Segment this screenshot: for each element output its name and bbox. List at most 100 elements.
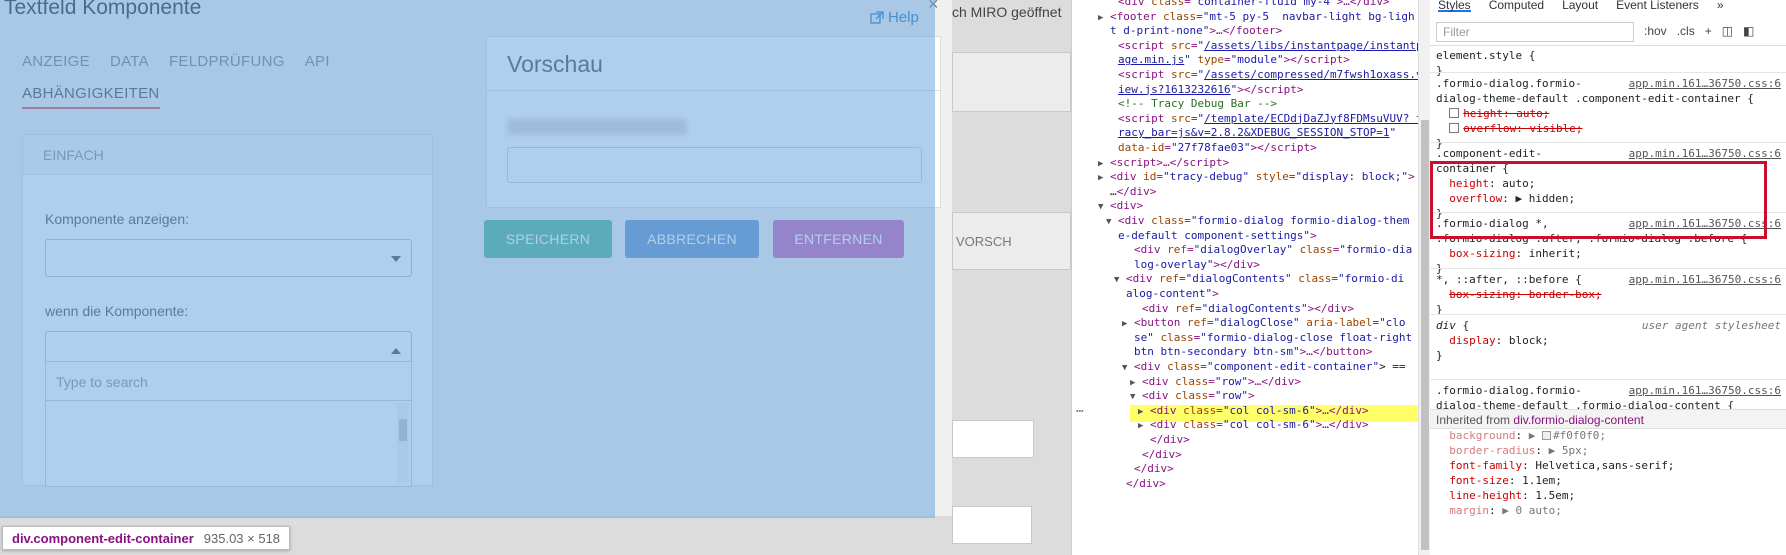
preview-field-label xyxy=(507,119,687,135)
new-rule-button[interactable]: + xyxy=(1705,24,1712,38)
stylesheet-source-link[interactable]: app.min.161…36750.css:6 xyxy=(1629,383,1781,398)
dom-node-markup: <div class="formio-dialog formio-dialog-… xyxy=(1118,214,1410,227)
dom-node-line[interactable]: <!-- Tracy Debug Bar --> xyxy=(1106,96,1277,112)
dom-node-markup: <div class="row">…</div> xyxy=(1142,374,1301,388)
dom-node-markup: <div class="row"> xyxy=(1142,389,1255,403)
tab-event-listeners[interactable]: Event Listeners xyxy=(1616,0,1699,12)
list-item[interactable] xyxy=(46,431,411,461)
tooltip-element-size: 935.03 × 518 xyxy=(203,531,281,546)
dom-node-markup: alog-content"> xyxy=(1126,287,1219,300)
help-link[interactable]: Help xyxy=(870,9,919,26)
dom-node-line[interactable]: <script src="/template/ECDdjDaZJyf8FDMsu… xyxy=(1106,111,1418,127)
dropdown-search-input[interactable]: Type to search xyxy=(45,361,412,401)
tab-abhaengigkeiten[interactable]: ABHÄNGIGKEITEN xyxy=(22,85,160,109)
bg-input xyxy=(952,420,1034,458)
dom-node-line[interactable]: </div> xyxy=(1138,432,1190,448)
scrollbar-thumb[interactable] xyxy=(1421,120,1429,550)
rule-divider xyxy=(1430,268,1786,269)
elements-scrollbar[interactable] xyxy=(1418,0,1430,555)
tab-layout[interactable]: Layout xyxy=(1562,0,1598,12)
dom-node-line[interactable]: se" class="formio-dialog-close float-rig… xyxy=(1122,330,1412,346)
stylesheet-source-link[interactable]: app.min.161…36750.css:6 xyxy=(1629,146,1781,161)
style-rule-body: .formio-dialog.formio- dialog-theme-defa… xyxy=(1436,384,1735,517)
dom-node-line[interactable]: btn btn-secondary btn-sm">…</button> xyxy=(1122,344,1372,360)
sidebar-toggle-icon[interactable]: ◧ xyxy=(1743,24,1754,38)
tab-data[interactable]: DATA xyxy=(110,53,149,70)
tab-feldpruefung[interactable]: FELDPRÜFUNG xyxy=(169,53,285,70)
dom-node-markup: btn btn-secondary btn-sm">…</button> xyxy=(1134,345,1373,359)
cancel-button[interactable]: ABBRECHEN xyxy=(625,220,759,258)
dom-node-line[interactable]: iew.js?1613232616"></script> xyxy=(1106,82,1303,98)
style-rule[interactable]: .formio-dialog.formio- dialog-theme-defa… xyxy=(1436,383,1781,518)
element-size-tooltip: div.component-edit-container 935.03 × 518 xyxy=(2,526,291,550)
tab-computed[interactable]: Computed xyxy=(1489,0,1544,12)
tab-api[interactable]: API xyxy=(305,53,330,70)
dom-node-markup: <script src="/assets/compressed/m7fwsh1o… xyxy=(1118,68,1418,81)
dom-node-line[interactable]: </div> xyxy=(1122,461,1174,477)
dom-node-markup: <div class="col col-sm-6">…</div> xyxy=(1150,418,1369,432)
dom-node-markup: <script>…</script> xyxy=(1110,155,1230,169)
tab-anzeige[interactable]: ANZEIGE xyxy=(22,53,90,70)
dom-node-markup: </div> xyxy=(1134,462,1174,476)
tab-more[interactable]: » xyxy=(1717,0,1724,12)
dropdown-options-list[interactable] xyxy=(45,401,412,487)
dom-node-markup: <script src="/assets/libs/instantpage/in… xyxy=(1118,38,1418,52)
dom-node-line[interactable]: racy_bar=js&v=2.8.2&XDEBUG_SESSION_STOP=… xyxy=(1106,125,1396,141)
tab-styles[interactable]: Styles xyxy=(1438,0,1471,12)
dom-node-line[interactable]: age.min.js" type="module"></script> xyxy=(1106,52,1350,68)
dom-node-line[interactable]: </div> xyxy=(1114,476,1166,492)
dom-node-line[interactable]: alog-content"> xyxy=(1114,286,1219,302)
list-item[interactable] xyxy=(46,461,411,486)
dropdown-scrollbar[interactable] xyxy=(397,403,409,483)
dom-node-line[interactable]: <script src="/assets/compressed/m7fwsh1o… xyxy=(1106,67,1418,83)
dom-node-markup: racy_bar=js&v=2.8.2&XDEBUG_SESSION_STOP=… xyxy=(1118,126,1397,140)
bg-panel-1 xyxy=(952,52,1071,112)
panel-header[interactable]: EINFACH xyxy=(23,135,432,175)
scrollbar-thumb[interactable] xyxy=(399,419,407,441)
dom-node-markup: age.min.js" type="module"></script> xyxy=(1118,53,1350,67)
web-page-viewport: ch MIRO geöffnet VORSCH Textfeld Kompone… xyxy=(0,0,1071,555)
stylesheet-source-link[interactable]: app.min.161…36750.css:6 xyxy=(1629,76,1781,91)
dom-node-line[interactable]: log-overlay"></div> xyxy=(1122,257,1260,273)
dom-node-line[interactable]: </div> xyxy=(1130,447,1182,463)
style-rule[interactable]: element.style { } xyxy=(1436,48,1781,78)
show-component-select[interactable] xyxy=(45,239,412,277)
bg-text-notice: ch MIRO geöffnet xyxy=(952,4,1062,20)
computed-sidebar-icon[interactable]: ◫ xyxy=(1722,24,1733,38)
dom-node-markup: <footer class="mt-5 py-5 navbar-light bg… xyxy=(1110,9,1415,23)
styles-filter-input[interactable]: Filter xyxy=(1436,22,1634,42)
dom-node-line[interactable]: <div ref="dialogOverlay" class="formio-d… xyxy=(1122,242,1412,258)
inherited-header: Inherited from div.formio-dialog-content xyxy=(1430,409,1786,429)
inherited-label: Inherited from xyxy=(1436,413,1511,427)
dom-node-markup: </div> xyxy=(1126,476,1166,490)
dom-node-markup: </div> xyxy=(1150,433,1190,446)
dom-node-line[interactable]: e-default component-settings"> xyxy=(1106,228,1317,244)
dom-node-markup: t d-print-none">…</footer> xyxy=(1110,24,1283,38)
stylesheet-source-link[interactable]: app.min.161…36750.css:6 xyxy=(1629,272,1781,287)
preview-text-input[interactable] xyxy=(507,147,922,183)
dom-node-line[interactable]: t d-print-none">…</footer> xyxy=(1098,23,1282,39)
chevron-down-icon xyxy=(391,256,401,262)
hov-toggle[interactable]: :hov xyxy=(1644,24,1667,38)
node-actions-icon[interactable]: ⋯ xyxy=(1076,404,1084,419)
save-button[interactable]: SPEICHERN xyxy=(484,220,612,258)
style-rule[interactable]: div { display: block; } user agent styles… xyxy=(1436,318,1781,363)
dialog-close-button[interactable]: × xyxy=(928,0,939,15)
style-rule[interactable]: *, ::after, ::before { box-sizing: borde… xyxy=(1436,272,1781,317)
cls-toggle[interactable]: .cls xyxy=(1677,24,1695,38)
list-item[interactable] xyxy=(46,401,411,431)
dom-node-line[interactable]: <script src="/assets/libs/instantpage/in… xyxy=(1106,38,1418,54)
preview-panel: Vorschau xyxy=(486,36,941,208)
highlight-box xyxy=(1430,161,1767,239)
remove-button[interactable]: ENTFERNEN xyxy=(773,220,904,258)
dom-node-line[interactable]: …</div> xyxy=(1098,184,1156,200)
inherited-from[interactable]: div.formio-dialog-content xyxy=(1513,413,1644,427)
dom-node-markup: <div> xyxy=(1110,199,1144,213)
dom-node-line[interactable]: <div ref="dialogContents"></div> xyxy=(1130,301,1354,317)
rule-divider xyxy=(1430,142,1786,143)
dom-node-markup: <div ref="dialogContents"></div> xyxy=(1142,301,1354,315)
dom-node-line[interactable]: data-id="27f78fae03"></script> xyxy=(1106,140,1317,156)
dom-node-markup: <div id="tracy-debug" style="display: bl… xyxy=(1110,170,1415,184)
style-rule[interactable]: .formio-dialog.formio- dialog-theme-defa… xyxy=(1436,76,1781,151)
external-link-icon xyxy=(870,10,884,24)
